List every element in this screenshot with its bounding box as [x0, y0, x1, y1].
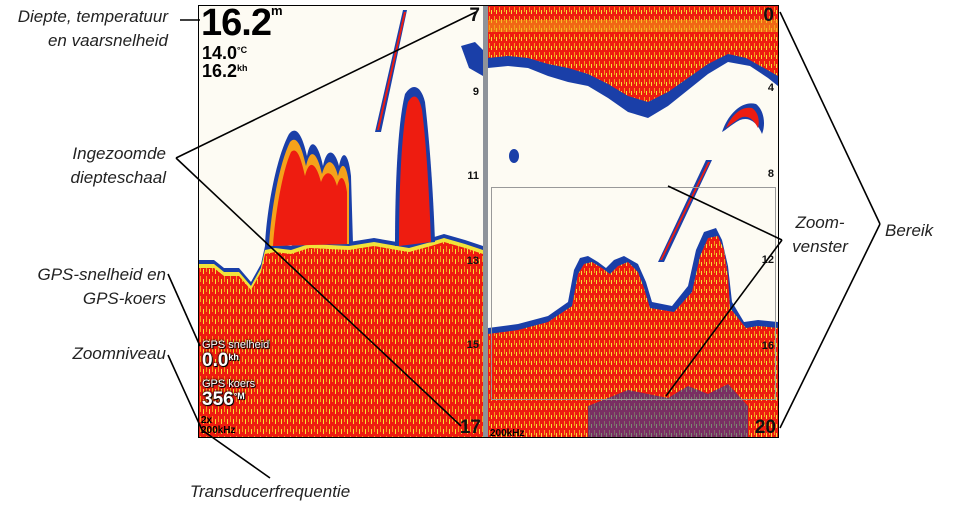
leader-line	[667, 185, 783, 241]
leader-line	[779, 223, 881, 429]
leader-line	[175, 11, 477, 159]
leader-line	[175, 157, 462, 427]
leader-line	[167, 354, 271, 479]
leader-line	[665, 239, 783, 397]
leader-line	[779, 11, 881, 225]
leader-line	[167, 273, 201, 347]
callout-leader-lines	[167, 11, 881, 479]
